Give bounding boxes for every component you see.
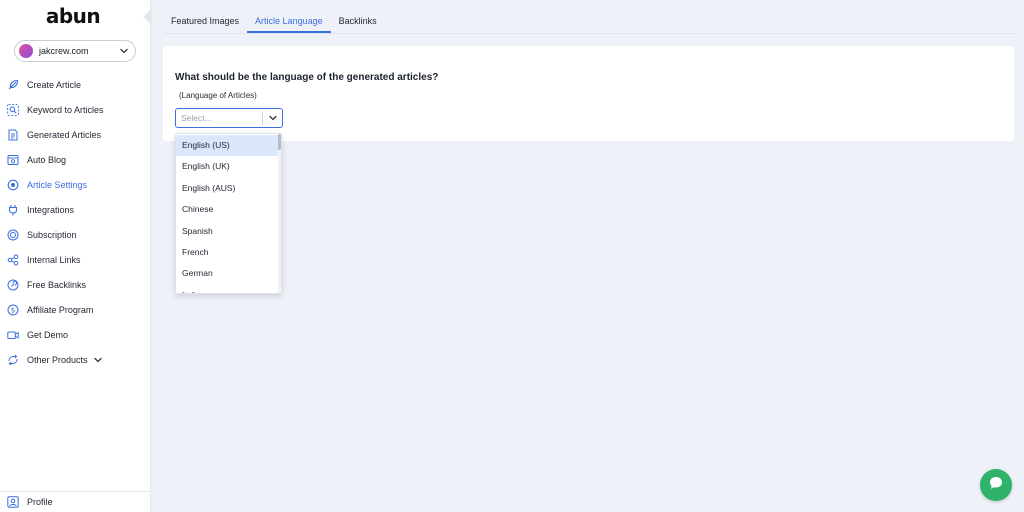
settings-icon: [6, 178, 20, 192]
sidebar-item-integrations[interactable]: Integrations: [6, 201, 146, 219]
dollar-icon: $: [6, 303, 20, 317]
language-option-chinese[interactable]: Chinese: [176, 199, 280, 220]
site-selector[interactable]: jakcrew.com: [14, 40, 136, 62]
svg-text:$: $: [11, 307, 15, 315]
sidebar-item-label: Other Products: [27, 355, 88, 365]
sidebar-item-keyword-to-articles[interactable]: Keyword to Articles: [6, 101, 146, 119]
article-language-card: What should be the language of the gener…: [163, 46, 1014, 141]
profile-icon: [6, 495, 20, 509]
language-option-italian[interactable]: Italian: [176, 285, 280, 293]
sidebar-item-auto-blog[interactable]: Auto Blog: [6, 151, 146, 169]
chevron-down-icon[interactable]: [263, 109, 282, 127]
sidebar-item-label: Generated Articles: [27, 130, 102, 140]
site-name: jakcrew.com: [39, 46, 89, 56]
sidebar-item-label: Get Demo: [27, 330, 69, 340]
chat-support-button[interactable]: [980, 469, 1012, 501]
backlink-icon: [6, 278, 20, 292]
language-option-english-uk[interactable]: English (UK): [176, 156, 280, 177]
sidebar-item-profile[interactable]: Profile: [6, 493, 146, 511]
chevron-down-icon: [93, 355, 103, 365]
plug-icon: [6, 203, 20, 217]
language-select[interactable]: Select...: [175, 108, 283, 128]
language-question: What should be the language of the gener…: [175, 72, 439, 83]
sidebar-item-label: Keyword to Articles: [27, 105, 104, 115]
language-option-german[interactable]: German: [176, 263, 280, 284]
sidebar-divider: [0, 491, 151, 492]
sidebar-item-label: Profile: [27, 497, 53, 507]
document-icon: [6, 128, 20, 142]
tab-article-language[interactable]: Article Language: [247, 12, 331, 33]
sidebar-item-get-demo[interactable]: Get Demo: [6, 326, 146, 344]
sidebar-item-label: Article Settings: [27, 180, 88, 190]
site-avatar: [19, 44, 33, 58]
tab-backlinks[interactable]: Backlinks: [331, 12, 385, 33]
feather-icon: [6, 78, 20, 92]
auto-blog-icon: [6, 153, 20, 167]
sidebar-item-label: Auto Blog: [27, 155, 67, 165]
language-option-french[interactable]: French: [176, 242, 280, 263]
refresh-arrows-icon: [6, 353, 20, 367]
sidebar-item-subscription[interactable]: Subscription: [6, 226, 146, 244]
subscription-icon: [6, 228, 20, 242]
language-option-spanish[interactable]: Spanish: [176, 221, 280, 242]
sidebar: abun jakcrew.com Create Article Keyword …: [0, 0, 152, 512]
tabs-divider: [163, 33, 1014, 34]
sidebar-item-label: Internal Links: [27, 255, 81, 265]
sidebar-collapse-toggle[interactable]: [143, 8, 152, 26]
sidebar-item-label: Affiliate Program: [27, 305, 94, 315]
sidebar-item-label: Integrations: [27, 205, 75, 215]
chat-bubble-icon: [988, 475, 1004, 496]
video-icon: [6, 328, 20, 342]
link-nodes-icon: [6, 253, 20, 267]
tab-featured-images[interactable]: Featured Images: [163, 12, 247, 33]
language-dropdown-menu: English (US) English (UK) English (AUS) …: [175, 133, 282, 294]
dropdown-scrollbar-thumb[interactable]: [278, 134, 281, 150]
sidebar-item-create-article[interactable]: Create Article: [6, 76, 146, 94]
sidebar-item-article-settings[interactable]: Article Settings: [6, 176, 146, 194]
sidebar-item-label: Free Backlinks: [27, 280, 87, 290]
language-option-english-aus[interactable]: English (AUS): [176, 178, 280, 199]
chevron-down-icon: [116, 43, 132, 59]
sidebar-item-affiliate-program[interactable]: $ Affiliate Program: [6, 301, 146, 319]
language-select-placeholder: Select...: [181, 113, 212, 123]
dropdown-scrollbar[interactable]: [278, 134, 281, 293]
sidebar-item-other-products[interactable]: Other Products: [6, 351, 146, 369]
abun-logo[interactable]: abun: [0, 4, 146, 28]
keyword-search-icon: [6, 103, 20, 117]
sidebar-item-generated-articles[interactable]: Generated Articles: [6, 126, 146, 144]
sidebar-item-internal-links[interactable]: Internal Links: [6, 251, 146, 269]
sidebar-item-free-backlinks[interactable]: Free Backlinks: [6, 276, 146, 294]
language-field-label: (Language of Articles): [179, 91, 257, 100]
language-option-english-us[interactable]: English (US): [176, 135, 280, 156]
settings-tabs: Featured Images Article Language Backlin…: [163, 12, 385, 33]
sidebar-item-label: Create Article: [27, 80, 82, 90]
sidebar-item-label: Subscription: [27, 230, 77, 240]
